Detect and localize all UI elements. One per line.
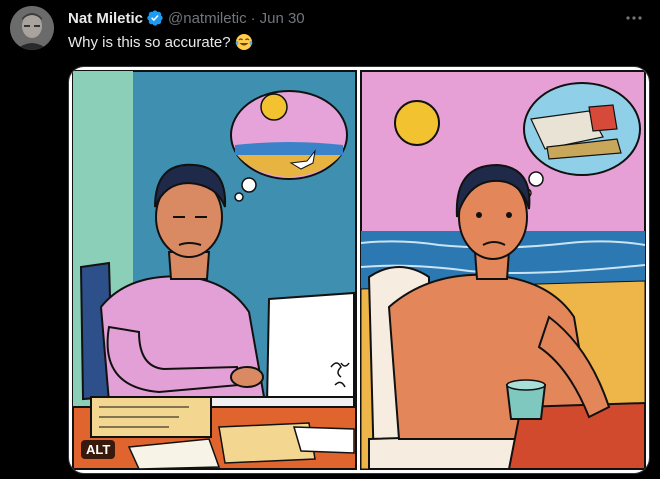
tears-of-joy-emoji-icon bbox=[235, 33, 253, 51]
alt-text-button[interactable]: ALT bbox=[81, 440, 116, 459]
comic-image bbox=[69, 67, 649, 473]
tweet-media[interactable]: ALT bbox=[68, 66, 650, 474]
panel-office bbox=[72, 70, 357, 470]
tweet-text: Why is this so accurate? bbox=[68, 33, 253, 51]
panel-beach bbox=[360, 70, 646, 470]
tweet-header: Nat Miletic @natmiletic · Jun 30 bbox=[68, 8, 305, 28]
separator-dot: · bbox=[250, 9, 256, 27]
more-options-icon[interactable] bbox=[622, 8, 646, 28]
author-name[interactable]: Nat Miletic bbox=[68, 10, 143, 27]
verified-badge-icon bbox=[146, 9, 164, 27]
avatar[interactable] bbox=[10, 6, 54, 50]
tweet-timestamp[interactable]: Jun 30 bbox=[260, 10, 305, 27]
author-handle[interactable]: @natmiletic bbox=[168, 10, 247, 27]
avatar-image bbox=[10, 6, 54, 50]
tweet-body: Why is this so accurate? bbox=[68, 33, 231, 51]
